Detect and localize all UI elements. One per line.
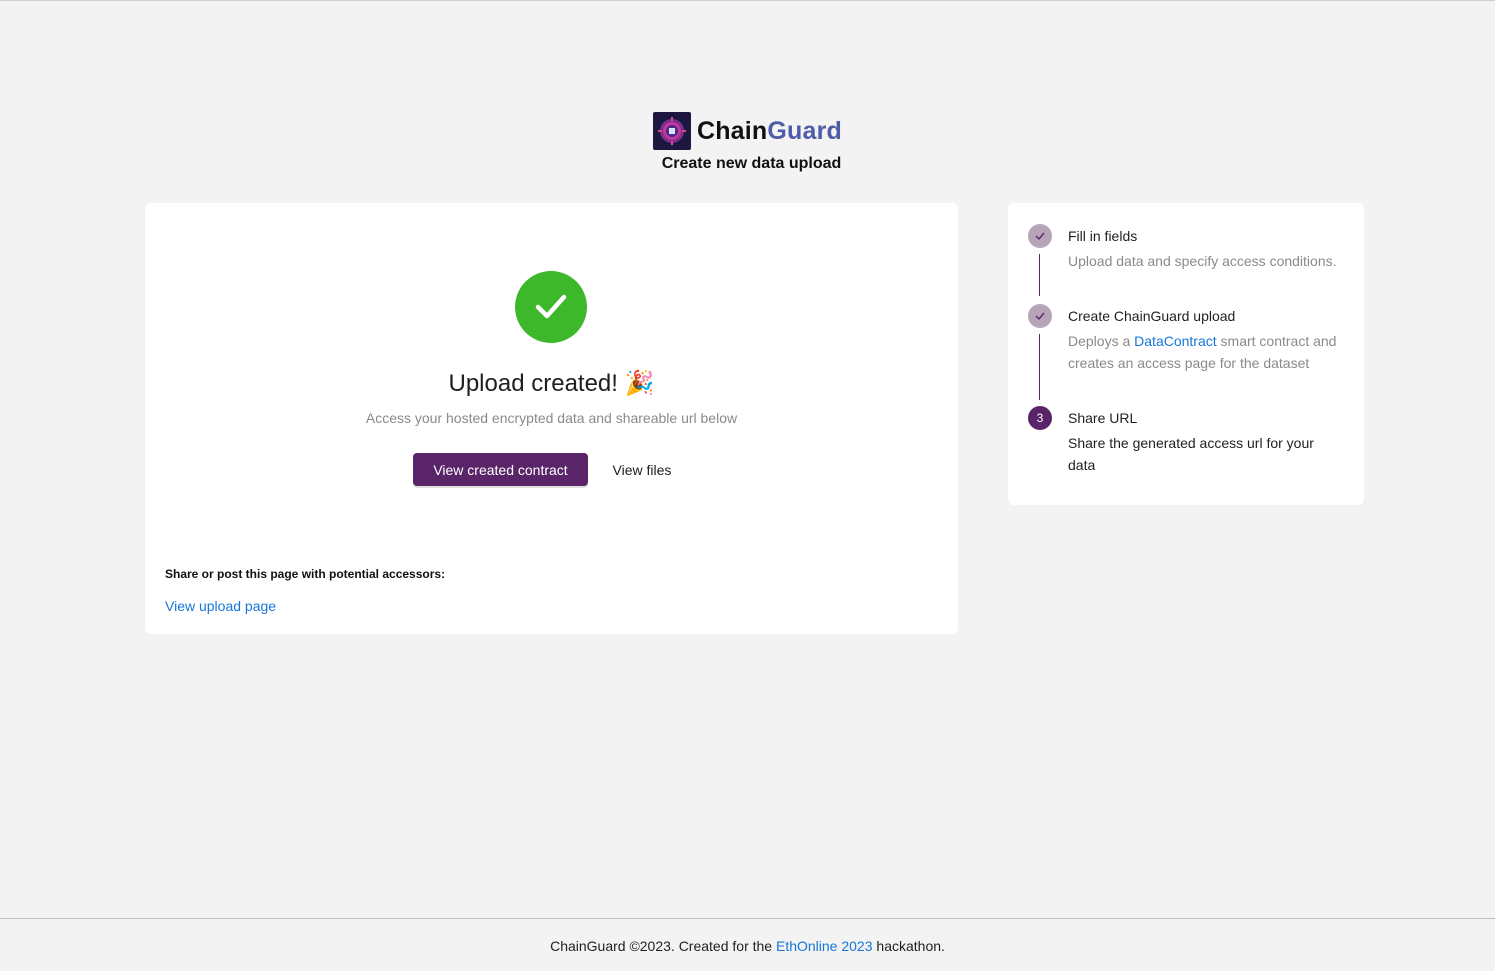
footer-text-before: ChainGuard ©2023. Created for the — [550, 938, 776, 954]
ethonline-link[interactable]: EthOnline 2023 — [776, 938, 873, 954]
brand[interactable]: ChainGuard — [652, 112, 842, 150]
step-description: Deploys a DataContract smart contract an… — [1068, 330, 1338, 374]
view-upload-page-link[interactable]: View upload page — [165, 598, 276, 614]
brand-name-part2: Guard — [767, 116, 843, 145]
step-description-text: Deploys a — [1068, 333, 1135, 349]
step-check-icon — [1028, 304, 1052, 328]
step-description: Upload data and specify access condition… — [1068, 253, 1337, 269]
datacontract-link[interactable]: DataContract — [1134, 333, 1216, 349]
brand-name: ChainGuard — [697, 117, 842, 146]
step-title: Fill in fields — [1068, 228, 1138, 244]
brand-name-part1: Chain — [696, 116, 768, 145]
footer-text-after: hackathon. — [872, 938, 945, 954]
page-header: ChainGuard Create new data upload — [0, 112, 1495, 173]
step-create-upload: Create ChainGuard upload Deploys a DataC… — [1028, 304, 1348, 400]
step-title: Create ChainGuard upload — [1068, 308, 1236, 324]
step-connector — [1039, 334, 1040, 400]
success-check-icon — [515, 271, 587, 343]
share-label: Share or post this page with potential a… — [165, 567, 446, 581]
step-connector — [1039, 254, 1040, 296]
step-description: Share the generated access url for your … — [1068, 435, 1314, 473]
footer-text: ChainGuard ©2023. Created for the EthOnl… — [0, 938, 1495, 954]
result-subtitle: Access your hosted encrypted data and sh… — [365, 410, 738, 426]
footer: ChainGuard ©2023. Created for the EthOnl… — [0, 918, 1495, 971]
view-files-button[interactable]: View files — [597, 453, 687, 486]
result-title: Upload created! 🎉 — [448, 370, 655, 397]
upload-result-card: Upload created! 🎉 Access your hosted enc… — [145, 203, 958, 634]
steps-card: Fill in fields Upload data and specify a… — [1008, 203, 1364, 505]
chainguard-logo-icon — [652, 112, 691, 150]
top-divider — [0, 0, 1495, 1]
step-number-badge: 3 — [1028, 406, 1052, 430]
step-fill-fields: Fill in fields Upload data and specify a… — [1028, 224, 1348, 296]
step-share-url: 3 Share URL Share the generated access u… — [1028, 406, 1348, 476]
view-created-contract-button[interactable]: View created contract — [413, 453, 588, 486]
step-title: Share URL — [1068, 410, 1138, 426]
step-check-icon — [1028, 224, 1052, 248]
page-subtitle: Create new data upload — [661, 155, 842, 172]
